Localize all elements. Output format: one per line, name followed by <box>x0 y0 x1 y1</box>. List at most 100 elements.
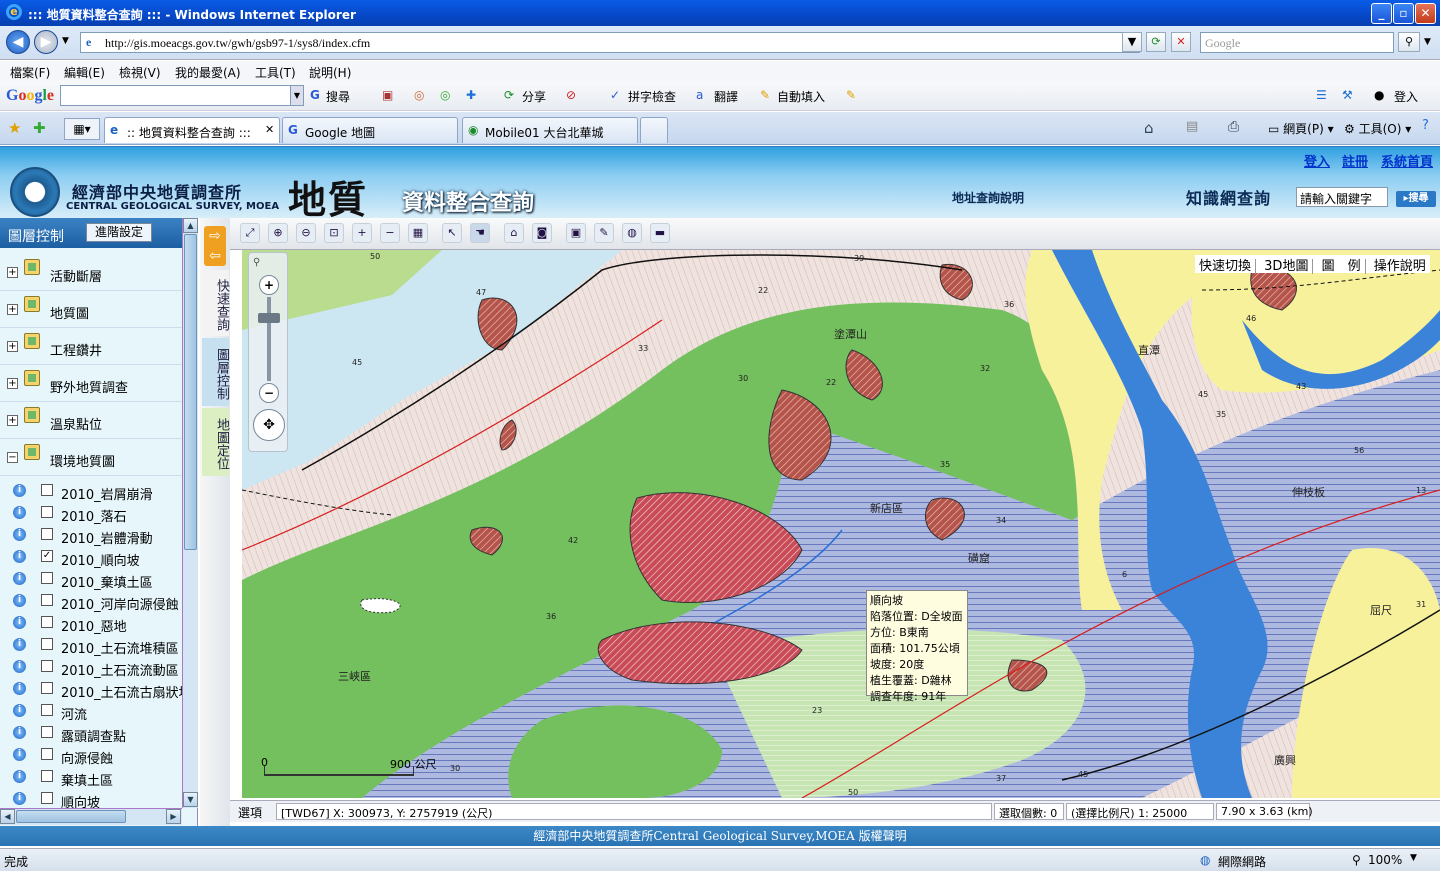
sublayer-row[interactable]: i ✓ 2010_順向坡 <box>0 546 182 569</box>
info-icon[interactable]: i <box>13 594 26 607</box>
search-icon[interactable]: ⚲ <box>1398 32 1420 52</box>
layer-panel-vscrollbar[interactable]: ▲ ▼ <box>182 218 198 808</box>
zoom-out-icon[interactable]: − <box>380 223 400 243</box>
search-options-icon[interactable]: ▼ <box>1424 37 1431 47</box>
info-icon[interactable]: i <box>13 726 26 739</box>
ruler-icon[interactable]: ▬ <box>650 223 670 243</box>
favorites-star-icon[interactable]: ★ <box>8 119 21 137</box>
tab-quick-query[interactable]: 快速查詢 <box>202 270 229 336</box>
copyright-footer[interactable]: 經濟部中央地質調查所Central Geological Survey,MOEA… <box>0 826 1440 846</box>
sublayer-row[interactable]: i 順向坡 <box>0 788 182 811</box>
collapse-panel-arrow-icon[interactable]: ⇨ ⇦ <box>204 226 226 266</box>
expand-icon[interactable]: + <box>7 341 18 352</box>
keyword-input[interactable]: 請輸入關鍵字 <box>1296 187 1388 207</box>
add-layer-icon[interactable]: ▣ <box>566 223 586 243</box>
forward-button[interactable]: ▶ <box>34 30 58 54</box>
bookmark-icon[interactable]: ◎ <box>414 88 424 102</box>
map-canvas[interactable]: 塗潭山 直潭 新店區 磺窟 三峽區 屈尺 廣興 伸枝板 50 39 47 22 36 33 45 30 22 3… <box>242 250 1440 798</box>
tab-gis[interactable]: e :: 地質資料整合查詢 ::: ✕ <box>104 117 280 143</box>
info-icon[interactable]: i <box>13 682 26 695</box>
keyword-search-button[interactable]: ▸搜尋 <box>1396 191 1436 207</box>
layer-checkbox[interactable] <box>41 660 53 672</box>
share-button[interactable]: 分享 <box>522 88 546 105</box>
history-dropdown-icon[interactable]: ▼ <box>62 36 69 46</box>
sublayer-row[interactable]: i 2010_岩體滑動 <box>0 524 182 547</box>
layer-group[interactable]: + 地質圖 <box>0 291 182 328</box>
menu-help[interactable]: 說明(H) <box>309 64 351 81</box>
register-link[interactable]: 註冊 <box>1342 151 1368 170</box>
camera-icon[interactable]: ◙ <box>532 223 552 243</box>
spellcheck-button[interactable]: 拼字檢查 <box>628 88 676 105</box>
close-window-button[interactable]: ✕ <box>1415 3 1436 24</box>
feeds-icon[interactable]: ▤ <box>1186 119 1198 134</box>
search-input[interactable]: Google <box>1200 32 1394 53</box>
layer-checkbox[interactable] <box>41 638 53 650</box>
scroll-thumb[interactable] <box>184 234 197 550</box>
new-tab-button[interactable] <box>640 117 668 143</box>
google-search-button[interactable]: 搜尋 <box>326 88 350 105</box>
info-icon[interactable]: i <box>13 660 26 673</box>
menu-edit[interactable]: 編輯(E) <box>64 64 105 81</box>
pan-arrows-icon[interactable]: ✥ <box>253 409 285 441</box>
info-icon[interactable]: i <box>13 770 26 783</box>
scroll-left-icon[interactable]: ◀ <box>0 809 15 824</box>
layer-group[interactable]: + 工程鑽井 <box>0 328 182 365</box>
layer-checkbox[interactable]: ✓ <box>41 550 53 562</box>
stop-icon[interactable]: ✕ <box>1171 32 1191 52</box>
layer-checkbox[interactable] <box>41 528 53 540</box>
zoom-dropdown-icon[interactable]: ▼ <box>1410 853 1417 863</box>
tab-map-locate[interactable]: 地圖定位 <box>202 408 229 476</box>
edit-icon[interactable]: ✎ <box>594 223 614 243</box>
expand-icon[interactable]: + <box>7 267 18 278</box>
pencil-icon[interactable]: ✎ <box>846 88 856 102</box>
sublayer-row[interactable]: i 2010_岩屑崩滑 <box>0 480 182 503</box>
info-icon[interactable]: i <box>13 484 26 497</box>
globe-icon[interactable]: ◍ <box>622 223 642 243</box>
expand-icon[interactable]: + <box>7 378 18 389</box>
sublayer-row[interactable]: i 2010_落石 <box>0 502 182 525</box>
expand-icon[interactable]: + <box>7 415 18 426</box>
layer-checkbox[interactable] <box>41 726 53 738</box>
layer-checkbox[interactable] <box>41 792 53 804</box>
layer-checkbox[interactable] <box>41 704 53 716</box>
tools-menu[interactable]: ⚙ 工具(O) ▾ <box>1344 120 1411 137</box>
google-search-input[interactable] <box>60 85 304 106</box>
layer-checkbox[interactable] <box>41 572 53 584</box>
info-icon[interactable]: i <box>13 616 26 629</box>
3d-map-link[interactable]: 3D地圖 <box>1260 259 1314 274</box>
collapse-icon[interactable]: − <box>7 452 18 463</box>
scroll-right-icon[interactable]: ▶ <box>166 809 181 824</box>
zoom-in-icon[interactable]: + <box>352 223 372 243</box>
info-icon[interactable]: i <box>13 506 26 519</box>
popup-blocker-icon[interactable]: ⊘ <box>566 88 576 102</box>
zoom-in-tool-icon[interactable]: ⊕ <box>268 223 288 243</box>
refresh-icon[interactable]: ⟳ <box>1146 32 1166 52</box>
wifi-icon[interactable]: ☰ <box>1316 88 1327 102</box>
scroll-up-icon[interactable]: ▲ <box>183 218 198 233</box>
measure-tool-icon[interactable]: ⌂ <box>504 223 524 243</box>
url-input[interactable]: e http://gis.moeacgs.gov.tw/gwh/gsb97-1/… <box>80 32 1140 53</box>
google-search-dropdown-icon[interactable]: ▼ <box>290 85 304 106</box>
layer-checkbox[interactable] <box>41 748 53 760</box>
info-icon[interactable]: i <box>13 748 26 761</box>
info-icon[interactable]: i <box>13 572 26 585</box>
page-menu[interactable]: ▭ 網頁(P) ▾ <box>1268 120 1334 137</box>
zoom-box-icon[interactable]: ⊡ <box>324 223 344 243</box>
info-icon[interactable]: i <box>13 638 26 651</box>
select-pointer-icon[interactable]: ↖ <box>442 223 462 243</box>
layer-checkbox[interactable] <box>41 594 53 606</box>
zoom-slider-track[interactable] <box>267 297 271 381</box>
full-extent-icon[interactable]: ⤢ <box>240 223 260 243</box>
minimize-button[interactable]: _ <box>1371 3 1392 24</box>
pagerank-icon[interactable]: ▣ <box>382 88 393 102</box>
layer-group[interactable]: + 溫泉點位 <box>0 402 182 439</box>
layer-group[interactable]: + 活動斷層 <box>0 254 182 291</box>
zoom-out-tool-icon[interactable]: ⊖ <box>296 223 316 243</box>
zoom-level-icon[interactable]: ⚲ <box>1352 853 1361 867</box>
tab-mobile01[interactable]: ◉ Mobile01 大台北華城 <box>462 117 638 143</box>
maximize-button[interactable]: ▫ <box>1393 3 1414 24</box>
layer-group[interactable]: − 環境地質圖 <box>0 439 182 476</box>
menu-file[interactable]: 檔案(F) <box>10 64 50 81</box>
add-favorite-icon[interactable]: ✚ <box>33 119 46 137</box>
notebook-icon[interactable]: ◎ <box>440 88 450 102</box>
